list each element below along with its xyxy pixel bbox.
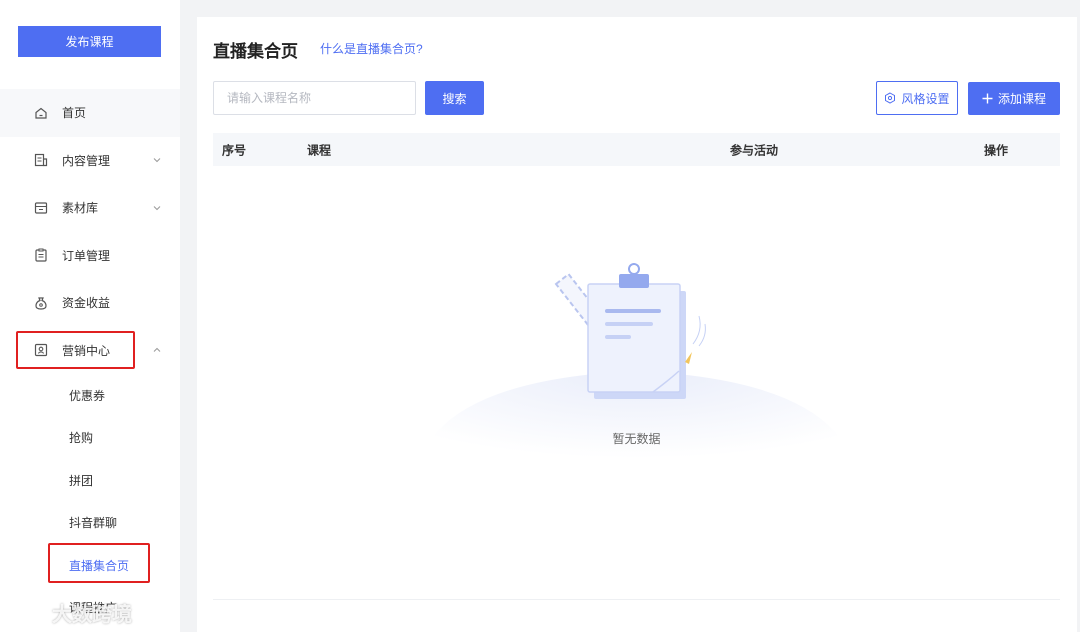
submenu-item-live-collection[interactable]: 直播集合页	[0, 544, 180, 587]
sidebar-item-content[interactable]: 内容管理	[0, 137, 180, 185]
folder-icon	[34, 201, 48, 215]
sidebar-item-funds[interactable]: 资金收益	[0, 279, 180, 327]
style-settings-button[interactable]: 风格设置	[876, 81, 958, 115]
watermark-text: 大数跨境	[52, 604, 132, 626]
sidebar-item-label: 订单管理	[62, 248, 111, 263]
marketing-icon	[34, 343, 48, 357]
sidebar-item-orders[interactable]: 订单管理	[0, 232, 180, 280]
empty-state: 暂无数据	[213, 166, 1060, 600]
marketing-submenu: 优惠券 抢购 拼团 抖音群聊 直播集合页 课程推广	[0, 374, 180, 629]
chevron-down-icon	[153, 158, 161, 163]
table-header: 序号 课程 参与活动 操作	[213, 133, 1060, 166]
column-header-activity: 参与活动	[730, 143, 779, 157]
submenu-item-flash-sale[interactable]: 抢购	[0, 417, 180, 460]
sidebar-item-label: 首页	[62, 106, 87, 121]
column-header-course: 课程	[307, 143, 332, 157]
sidebar-item-home[interactable]: 首页	[0, 89, 180, 137]
submenu-item-coupon[interactable]: 优惠券	[0, 374, 180, 417]
style-settings-label: 风格设置	[901, 91, 950, 106]
sidebar-item-label: 素材库	[62, 201, 99, 216]
help-link[interactable]: 什么是直播集合页?	[320, 40, 423, 57]
order-icon	[34, 248, 48, 262]
submenu-item-group-buy[interactable]: 拼团	[0, 459, 180, 502]
column-header-actions: 操作	[984, 143, 1009, 157]
main-panel: 直播集合页 什么是直播集合页? 搜索 风格设置 添加课程 序号 课程 参与活动 …	[197, 17, 1077, 632]
column-header-index: 序号	[222, 143, 247, 157]
sidebar-item-label: 内容管理	[62, 153, 111, 168]
sidebar-item-marketing[interactable]: 营销中心	[0, 327, 180, 375]
add-course-label: 添加课程	[997, 92, 1046, 106]
course-search-input[interactable]	[213, 81, 416, 115]
chevron-down-icon	[153, 205, 161, 210]
publish-course-button[interactable]: 发布课程	[18, 26, 161, 57]
search-button[interactable]: 搜索	[425, 81, 484, 115]
hexagon-settings-icon	[885, 92, 896, 104]
sidebar-menu: 首页 内容管理 素材库 订单管理 资金收益 营销中心 优惠券 抢购 拼团 抖音群…	[0, 89, 180, 629]
watermark: 大数跨境	[10, 598, 132, 627]
sidebar-item-assets[interactable]: 素材库	[0, 184, 180, 232]
content-icon	[34, 153, 48, 167]
watermark-logo-icon	[11, 604, 47, 620]
chevron-up-icon	[153, 348, 161, 353]
home-icon	[34, 106, 48, 120]
empty-state-text: 暂无数据	[612, 432, 661, 446]
money-bag-icon	[34, 296, 48, 310]
plus-icon	[982, 93, 993, 104]
sidebar-item-label: 营销中心	[62, 343, 111, 358]
add-course-button[interactable]: 添加课程	[968, 82, 1060, 115]
sidebar-item-label: 资金收益	[62, 296, 111, 311]
submenu-item-douyin-group[interactable]: 抖音群聊	[0, 502, 180, 545]
page-title: 直播集合页	[213, 42, 298, 61]
sidebar: 发布课程 首页 内容管理 素材库 订单管理 资金收益 营销中心 优惠券 抢购 拼…	[0, 0, 180, 632]
